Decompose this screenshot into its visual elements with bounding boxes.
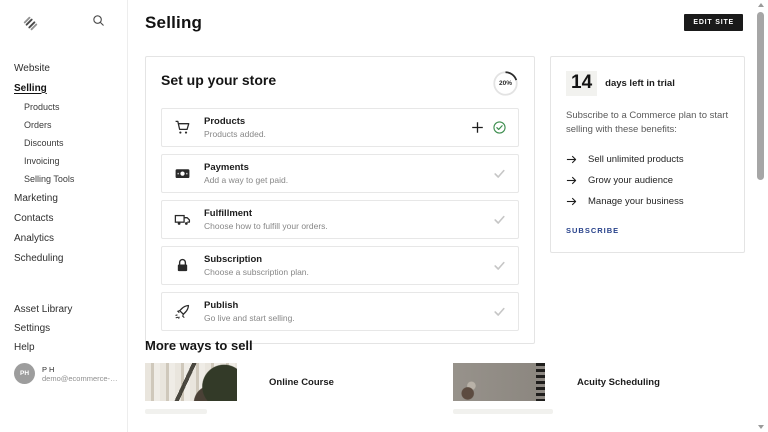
cart-icon: [174, 119, 191, 136]
user-name: P H: [42, 364, 55, 374]
sell-card-online-course[interactable]: Online Course: [145, 363, 438, 401]
setup-item-subtitle: Add a way to get paid.: [204, 175, 289, 185]
search-icon[interactable]: [92, 14, 105, 32]
sell-card-title: Acuity Scheduling: [577, 376, 660, 388]
arrow-right-icon: [566, 196, 577, 207]
avatar: PH: [14, 363, 35, 384]
arrow-right-icon: [566, 175, 577, 186]
sidebar-item-asset-library[interactable]: Asset Library: [14, 300, 72, 319]
sell-card-acuity-scheduling[interactable]: Acuity Scheduling: [453, 363, 753, 401]
setup-item-subtitle: Choose a subscription plan.: [204, 267, 309, 277]
add-product-plus-icon[interactable]: [471, 121, 484, 134]
cash-icon: [174, 165, 191, 182]
sidebar-item-marketing[interactable]: Marketing: [14, 188, 121, 208]
setup-item-subscription[interactable]: Subscription Choose a subscription plan.: [161, 246, 519, 285]
sell-card-wrap-acuity-scheduling: Acuity Scheduling: [453, 363, 753, 414]
truck-icon: [174, 211, 191, 228]
sidebar-item-discounts[interactable]: Discounts: [14, 134, 121, 152]
setup-checklist: Products Products added. Payments Add a way…: [161, 108, 519, 331]
sidebar-item-selling[interactable]: Selling: [14, 78, 121, 98]
benefit-sell-unlimited-products: Sell unlimited products: [566, 149, 729, 170]
setup-item-subtitle: Products added.: [204, 129, 266, 139]
benefits-list: Sell unlimited products Grow your audienc…: [566, 149, 729, 212]
setup-store-card: Set up your store 20% Products Products a…: [145, 56, 535, 344]
setup-item-title: Subscription: [204, 254, 263, 265]
scrollbar-thumb[interactable]: [757, 12, 764, 180]
rocket-icon: [174, 303, 191, 320]
benefit-label: Manage your business: [588, 195, 684, 207]
setup-item-title: Fulfillment: [204, 208, 253, 219]
scrollbar[interactable]: [753, 0, 768, 432]
setup-item-title: Publish: [204, 300, 239, 311]
edit-site-button[interactable]: EDIT SITE: [684, 14, 743, 31]
trial-days-label: days left in trial: [605, 78, 675, 89]
progress-percent-label: 20%: [498, 80, 512, 87]
sidebar-item-contacts[interactable]: Contacts: [14, 208, 121, 228]
main-content: Selling EDIT SITE Set up your store 20% …: [128, 0, 753, 432]
scroll-down-icon[interactable]: [753, 422, 768, 432]
pending-check-icon: [493, 167, 506, 180]
acuity-scheduling-thumbnail: [453, 363, 545, 401]
lock-icon: [174, 257, 191, 274]
sell-card-title: Online Course: [269, 376, 334, 388]
loading-placeholder: [453, 409, 553, 414]
sidebar-nav: Website Selling Products Orders Discounts Inv…: [14, 58, 121, 268]
sidebar-item-help[interactable]: Help: [14, 338, 72, 357]
sell-cards-row: Online Course Acuity Scheduling: [145, 363, 753, 414]
account-menu[interactable]: PH P H demo@ecommerce-go...: [14, 363, 120, 384]
progress-ring: 20%: [492, 70, 519, 97]
sidebar: Website Selling Products Orders Discounts Inv…: [0, 0, 128, 432]
sidebar-item-settings[interactable]: Settings: [14, 319, 72, 338]
sell-card-wrap-online-course: Online Course: [145, 363, 438, 414]
setup-item-title: Payments: [204, 162, 249, 173]
setup-item-subtitle: Go live and start selling.: [204, 313, 295, 323]
setup-item-title: Products: [204, 116, 246, 127]
benefit-label: Grow your audience: [588, 174, 674, 186]
sidebar-item-scheduling[interactable]: Scheduling: [14, 248, 121, 268]
sidebar-bottom-nav: Asset Library Settings Help: [14, 300, 72, 357]
trial-days-count: 14: [566, 71, 598, 96]
more-ways-section: More ways to sell Online Course Acuity Sc…: [145, 338, 753, 414]
trial-description: Subscribe to a Commerce plan to start se…: [566, 110, 729, 135]
benefit-manage-your-business: Manage your business: [566, 191, 729, 212]
subscribe-link[interactable]: SUBSCRIBE: [566, 226, 619, 235]
loading-placeholder: [145, 409, 207, 414]
sidebar-item-invoicing[interactable]: Invoicing: [14, 152, 121, 170]
sidebar-item-website[interactable]: Website: [14, 58, 121, 78]
sidebar-item-orders[interactable]: Orders: [14, 116, 121, 134]
pending-check-icon: [493, 305, 506, 318]
squarespace-logo-icon[interactable]: [22, 15, 39, 32]
pending-check-icon: [493, 213, 506, 226]
scroll-up-icon[interactable]: [753, 0, 768, 10]
pending-check-icon: [493, 259, 506, 272]
setup-item-products[interactable]: Products Products added.: [161, 108, 519, 147]
complete-check-circle-icon: [493, 121, 506, 134]
arrow-right-icon: [566, 154, 577, 165]
user-email: demo@ecommerce-go...: [42, 373, 120, 383]
sidebar-item-analytics[interactable]: Analytics: [14, 228, 121, 248]
online-course-thumbnail: [145, 363, 237, 401]
sidebar-item-products[interactable]: Products: [14, 98, 121, 116]
benefit-label: Sell unlimited products: [588, 153, 684, 165]
setup-item-subtitle: Choose how to fulfill your orders.: [204, 221, 328, 231]
sidebar-item-selling-tools[interactable]: Selling Tools: [14, 170, 121, 188]
setup-card-title: Set up your store: [161, 72, 277, 88]
trial-panel: 14 days left in trial Subscribe to a Com…: [550, 56, 745, 253]
setup-item-publish[interactable]: Publish Go live and start selling.: [161, 292, 519, 331]
setup-item-fulfillment[interactable]: Fulfillment Choose how to fulfill your or…: [161, 200, 519, 239]
page-title: Selling: [145, 13, 203, 32]
setup-item-payments[interactable]: Payments Add a way to get paid.: [161, 154, 519, 193]
benefit-grow-your-audience: Grow your audience: [566, 170, 729, 191]
more-ways-title: More ways to sell: [145, 338, 253, 353]
